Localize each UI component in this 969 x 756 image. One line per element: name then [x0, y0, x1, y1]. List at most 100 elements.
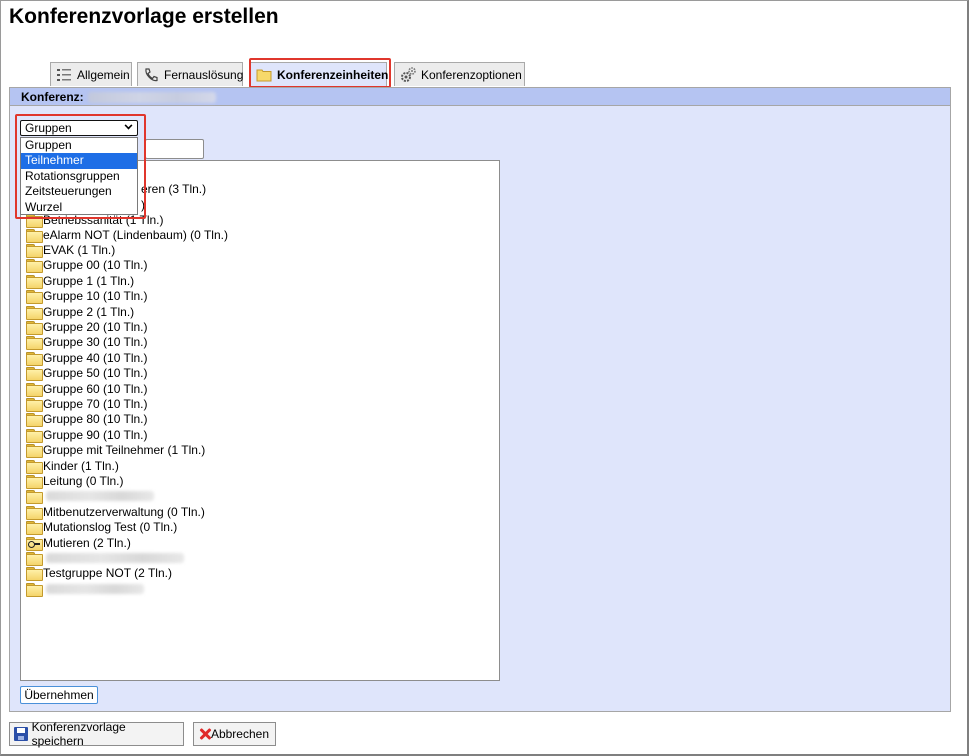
option-rotationsgruppen[interactable]: Rotationsgruppen [21, 169, 137, 184]
tab-label: Konferenzeinheiten [277, 67, 389, 82]
conference-label: Konferenz: [21, 90, 84, 104]
tree-item-label: Gruppe mit Teilnehmer (1 Tln.) [43, 443, 206, 458]
save-label: Konferenzvorlage speichern [31, 720, 126, 748]
tree-item[interactable]: Gruppe 1 (1 Tln.) [26, 273, 135, 289]
folder-icon [256, 67, 272, 83]
folder-icon [26, 259, 43, 274]
tree-item-label: Gruppe 20 (10 Tln.) [43, 319, 148, 334]
folder-icon [26, 505, 43, 520]
folder-icon [26, 428, 43, 443]
tree-item[interactable]: Testgruppe NOT (2 Tln.) [26, 566, 172, 582]
tree-item-label: eren (3 Tln.) [141, 181, 207, 196]
tree-item[interactable]: Mitbenutzerverwaltung (0 Tln.) [26, 504, 205, 520]
tree-item-label: Gruppe 30 (10 Tln.) [43, 335, 148, 350]
folder-icon [26, 567, 43, 582]
tree-item[interactable] [26, 489, 154, 505]
tree-item[interactable]: Leitung (0 Tln.) [26, 473, 124, 489]
tree-item-label: Mitbenutzerverwaltung (0 Tln.) [43, 504, 205, 519]
tree-item[interactable]: Gruppe 90 (10 Tln.) [26, 427, 148, 443]
tree-item[interactable]: Gruppe 10 (10 Tln.) [26, 289, 148, 305]
tree-item[interactable]: Gruppe 60 (10 Tln.) [26, 381, 148, 397]
tree-item[interactable]: Gruppe 70 (10 Tln.) [26, 396, 148, 412]
tree-item[interactable] [26, 581, 144, 597]
cancel-button[interactable]: Abbrechen [193, 722, 276, 746]
tab-label: Allgemein [77, 67, 130, 82]
tree-item-label: Gruppe 10 (10 Tln.) [43, 289, 148, 304]
save-template-button[interactable]: Konferenzvorlage speichern [9, 720, 184, 748]
tree-item[interactable]: Gruppe 00 (10 Tln.) [26, 258, 148, 274]
tree-item-label: EVAK (1 Tln.) [43, 242, 116, 257]
tab-konferenzoptionen[interactable]: Konferenzoptionen [394, 62, 525, 86]
tab-konferenzeinheiten[interactable]: Konferenzeinheiten [250, 62, 389, 86]
option-zeitsteuerungen[interactable]: Zeitsteuerungen [21, 184, 137, 199]
tree-item-label: Gruppe 80 (10 Tln.) [43, 412, 148, 427]
tree-item[interactable]: Gruppe 20 (10 Tln.) [26, 319, 148, 335]
tree-item[interactable]: Mutieren (2 Tln.) [26, 535, 131, 551]
apply-button[interactable]: Übernehmen [20, 686, 98, 704]
folder-icon [26, 397, 43, 412]
folder-icon [26, 351, 43, 366]
folder-icon [26, 243, 43, 258]
tree-item-label: Gruppe 1 (1 Tln.) [43, 273, 135, 288]
key-folder-icon [26, 536, 43, 551]
tree-item[interactable] [26, 550, 184, 566]
tree-item[interactable]: Gruppe 80 (10 Tln.) [26, 412, 148, 428]
tree-item[interactable]: Gruppe mit Teilnehmer (1 Tln.) [26, 443, 206, 459]
chevron-down-icon [124, 121, 133, 130]
tab-fernausloesung[interactable]: Fernauslösung [137, 62, 243, 86]
folder-icon [26, 213, 43, 228]
panel-header: Konferenz: [10, 88, 950, 106]
unit-type-options: Gruppen Teilnehmer Rotationsgruppen Zeit… [20, 137, 138, 215]
tree-item[interactable]: Gruppe 40 (10 Tln.) [26, 350, 148, 366]
tree-item-label: Gruppe 90 (10 Tln.) [43, 427, 148, 442]
unit-tree[interactable]: eren (3 Tln.) ) Betriebssanität (1 Tln.)… [20, 160, 500, 681]
folder-icon [26, 336, 43, 351]
key-icon [28, 540, 40, 548]
conference-units-panel: Konferenz: eren (3 Tln.) ) Betriebssanit… [9, 87, 951, 712]
list-icon [56, 67, 72, 83]
conference-name-redacted [88, 92, 216, 103]
redacted-label [46, 491, 154, 502]
option-gruppen[interactable]: Gruppen [21, 138, 137, 153]
unit-type-select[interactable]: Gruppen [20, 120, 138, 136]
folder-icon [26, 521, 43, 536]
cancel-label: Abbrechen [210, 727, 269, 741]
tree-item-partial[interactable]: eren (3 Tln.) [141, 181, 206, 196]
folder-icon [26, 490, 43, 505]
folder-icon [26, 290, 43, 305]
tree-item-label: Testgruppe NOT (2 Tln.) [43, 566, 172, 581]
tree-item[interactable]: Gruppe 50 (10 Tln.) [26, 366, 148, 382]
folder-icon [26, 413, 43, 428]
tab-label: Fernauslösung [164, 67, 244, 82]
tree-item[interactable]: Mutationslog Test (0 Tln.) [26, 520, 177, 536]
folder-icon [26, 228, 43, 243]
redacted-label [46, 583, 144, 594]
tab-label: Konferenzoptionen [421, 67, 522, 82]
tree-item-label: Gruppe 50 (10 Tln.) [43, 366, 148, 381]
tree-item-label: Gruppe 70 (10 Tln.) [43, 396, 148, 411]
option-teilnehmer[interactable]: Teilnehmer [21, 153, 137, 169]
tree-item-label: ) [141, 197, 145, 212]
tab-allgemein[interactable]: Allgemein [50, 62, 132, 86]
tree-item-label: Leitung (0 Tln.) [43, 473, 124, 488]
tree-item[interactable]: EVAK (1 Tln.) [26, 242, 116, 258]
folder-icon [26, 305, 43, 320]
tree-item[interactable]: Gruppe 2 (1 Tln.) [26, 304, 135, 320]
tree-item[interactable]: eAlarm NOT (Lindenbaum) (0 Tln.) [26, 227, 228, 243]
folder-icon [26, 582, 43, 597]
tree-item-label: Gruppe 00 (10 Tln.) [43, 258, 148, 273]
tree-item-label: Kinder (1 Tln.) [43, 458, 119, 473]
filter-input[interactable] [145, 139, 204, 159]
option-wurzel[interactable]: Wurzel [21, 200, 137, 215]
tree-item-label: Gruppe 40 (10 Tln.) [43, 350, 148, 365]
tree-item-partial[interactable]: ) [141, 197, 145, 212]
tree-item[interactable]: Gruppe 30 (10 Tln.) [26, 335, 148, 351]
tree-item[interactable]: Kinder (1 Tln.) [26, 458, 119, 474]
folder-icon [26, 551, 43, 566]
tree-item-label: Gruppe 2 (1 Tln.) [43, 304, 135, 319]
folder-icon [26, 444, 43, 459]
folder-icon [26, 474, 43, 489]
folder-icon [26, 367, 43, 382]
folder-icon [26, 320, 43, 335]
gears-icon [400, 66, 416, 83]
